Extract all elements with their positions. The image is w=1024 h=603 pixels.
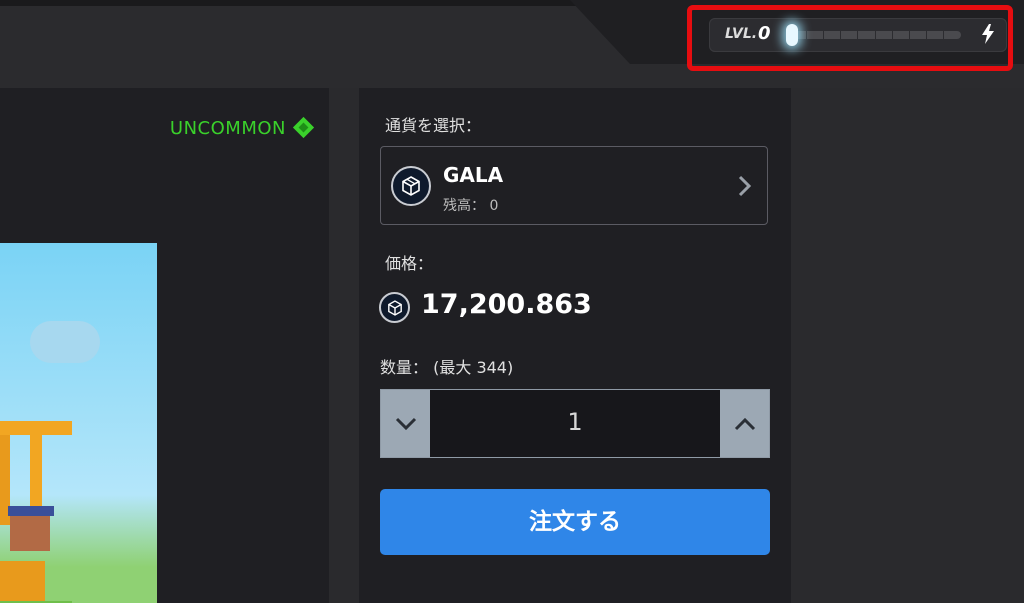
item-artwork <box>0 243 157 603</box>
panel-gap <box>329 88 359 603</box>
quantity-stepper: 1 <box>380 389 770 458</box>
price-value: 17,200.863 <box>421 289 592 320</box>
currency-name: GALA <box>443 163 504 187</box>
item-panel: UNCOMMON <box>0 88 329 603</box>
highlight-frame <box>687 5 1013 71</box>
decrement-button[interactable] <box>381 390 430 457</box>
place-order-button[interactable]: 注文する <box>380 489 770 555</box>
order-panel: 通貨を選択： GALA 残高： 0 価格： 17,200.863 数量： (最大… <box>359 88 791 603</box>
rarity-label: UNCOMMON <box>169 118 286 139</box>
quantity-input[interactable]: 1 <box>430 408 720 436</box>
quantity-max: (最大 344) <box>433 358 514 377</box>
gala-coin-icon <box>379 292 410 323</box>
cloud-shape <box>30 321 100 363</box>
currency-select-label: 通貨を選択： <box>385 116 482 135</box>
chevron-down-icon <box>395 417 416 430</box>
rarity-badge: UNCOMMON <box>169 116 315 139</box>
currency-selector[interactable]: GALA 残高： 0 <box>380 146 768 225</box>
hut-illustration <box>0 421 72 603</box>
chevron-right-icon <box>738 175 752 197</box>
quantity-label-row: 数量： (最大 344) <box>380 354 513 378</box>
top-bar: LVL. 0 <box>0 0 1024 88</box>
chevron-up-icon <box>734 417 755 430</box>
currency-balance: 残高： 0 <box>443 198 499 214</box>
right-background <box>791 88 1024 603</box>
diamond-gem-icon <box>292 116 315 139</box>
price-label: 価格： <box>385 254 434 273</box>
increment-button[interactable] <box>720 390 769 457</box>
quantity-label: 数量： <box>380 358 429 377</box>
gala-coin-icon <box>391 166 431 206</box>
